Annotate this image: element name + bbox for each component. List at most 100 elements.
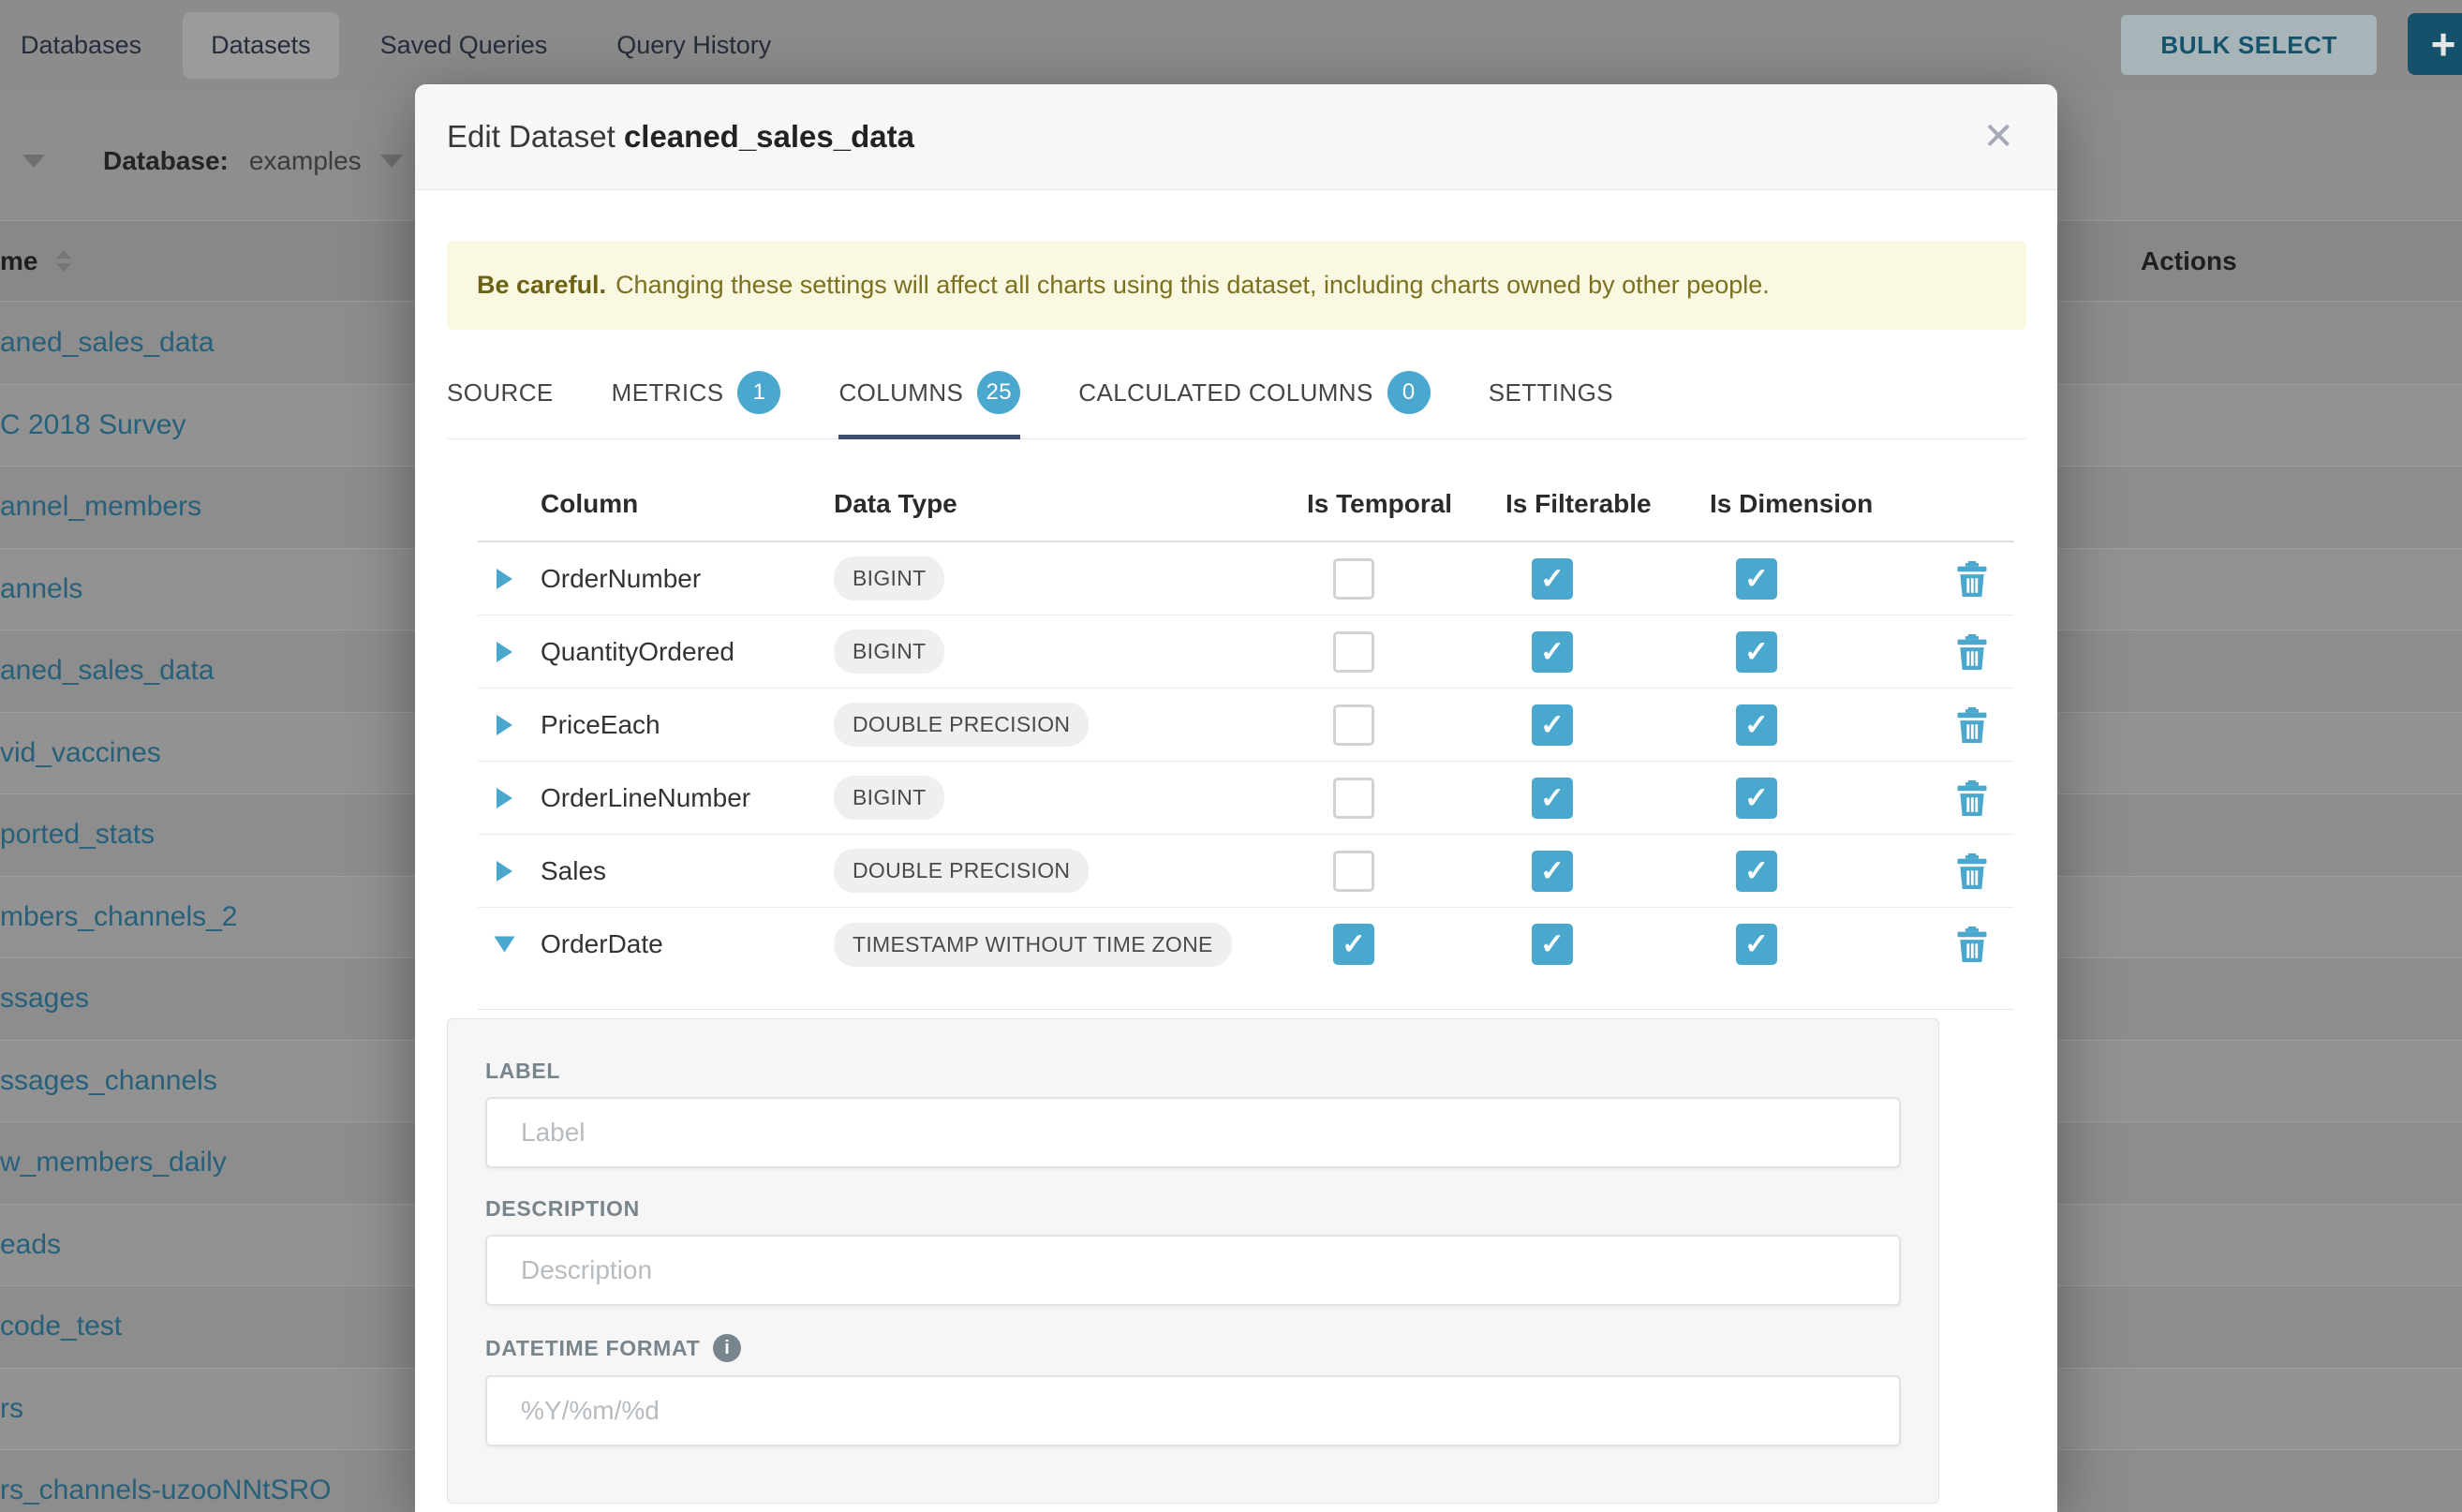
warning-text: Changing these settings will affect all … <box>616 271 1770 300</box>
trash-icon[interactable] <box>1956 707 1988 743</box>
is-temporal-checkbox[interactable] <box>1333 631 1374 673</box>
trash-icon[interactable] <box>1956 926 1988 962</box>
is-filterable-checkbox[interactable] <box>1532 924 1573 965</box>
dataset-link[interactable]: rs <box>0 1393 23 1425</box>
datetime-format-field: DATETIME FORMAT i <box>485 1334 1901 1446</box>
modal-tabs: SOURCE METRICS 1 COLUMNS 25 CALCULATED C… <box>447 352 2026 439</box>
close-icon[interactable]: ✕ <box>1982 118 2014 156</box>
tab-metrics[interactable]: METRICS 1 <box>612 352 781 438</box>
is-temporal-checkbox[interactable] <box>1333 704 1374 746</box>
is-dimension-checkbox[interactable] <box>1736 558 1777 600</box>
expand-caret-icon[interactable] <box>497 569 512 589</box>
actions-column-header: Actions <box>2141 246 2237 276</box>
dataset-link[interactable]: ssages <box>0 983 89 1015</box>
expand-caret-icon[interactable] <box>497 642 512 662</box>
table-row: QuantityOrdered BIGINT <box>478 615 2014 689</box>
column-name: QuantityOrdered <box>541 637 834 667</box>
header-is-filterable: Is Filterable <box>1505 489 1710 519</box>
description-input[interactable] <box>485 1235 1901 1306</box>
modal-body: Be careful. Changing these settings will… <box>415 241 2057 1504</box>
description-field-label: DESCRIPTION <box>485 1196 1901 1222</box>
dataset-link[interactable]: eads <box>0 1229 61 1261</box>
dataset-link[interactable]: ported_stats <box>0 819 155 851</box>
count-badge: 0 <box>1387 371 1431 414</box>
is-dimension-checkbox[interactable] <box>1736 704 1777 746</box>
table-row: OrderDate TIMESTAMP WITHOUT TIME ZONE <box>478 908 2014 981</box>
is-filterable-checkbox[interactable] <box>1532 778 1573 819</box>
tab-settings[interactable]: SETTINGS <box>1489 352 1613 438</box>
is-temporal-checkbox[interactable] <box>1333 924 1374 965</box>
column-name: PriceEach <box>541 710 834 740</box>
modal-dataset-name: cleaned_sales_data <box>624 119 914 154</box>
label-input[interactable] <box>485 1097 1901 1168</box>
trash-icon[interactable] <box>1956 780 1988 816</box>
nav-item-saved-queries[interactable]: Saved Queries <box>352 12 576 79</box>
expand-caret-icon[interactable] <box>497 788 512 808</box>
is-dimension-checkbox[interactable] <box>1736 851 1777 892</box>
name-column-header[interactable]: me <box>0 246 37 276</box>
table-row: PriceEach DOUBLE PRECISION <box>478 689 2014 762</box>
header-column: Column <box>541 489 834 519</box>
dataset-link[interactable]: C 2018 Survey <box>0 409 185 441</box>
dataset-link[interactable]: code_test <box>0 1311 122 1342</box>
table-row: OrderNumber BIGINT <box>478 542 2014 615</box>
dataset-link[interactable]: mbers_channels_2 <box>0 901 238 933</box>
nav-item-query-history[interactable]: Query History <box>588 12 799 79</box>
data-type-pill: BIGINT <box>834 630 944 674</box>
dataset-link[interactable]: vid_vaccines <box>0 737 161 769</box>
is-filterable-checkbox[interactable] <box>1532 851 1573 892</box>
tab-calculated-columns[interactable]: CALCULATED COLUMNS 0 <box>1078 352 1430 438</box>
dataset-link[interactable]: rs_channels-uzooNNtSRO <box>0 1475 331 1506</box>
trash-icon[interactable] <box>1956 853 1988 889</box>
tab-columns[interactable]: COLUMNS 25 <box>838 352 1020 438</box>
field-label-text: DATETIME FORMAT <box>485 1336 700 1361</box>
is-temporal-checkbox[interactable] <box>1333 778 1374 819</box>
nav-item-datasets[interactable]: Datasets <box>183 12 339 79</box>
column-editor-panel: LABEL DESCRIPTION DATETIME FORMAT i <box>447 1018 1939 1504</box>
expand-caret-icon[interactable] <box>495 937 515 953</box>
table-row: OrderLineNumber BIGINT <box>478 762 2014 835</box>
add-dataset-button[interactable]: + <box>2408 13 2462 75</box>
data-type-pill: DOUBLE PRECISION <box>834 703 1089 747</box>
tab-label: SETTINGS <box>1489 378 1613 408</box>
is-dimension-checkbox[interactable] <box>1736 778 1777 819</box>
label-field: LABEL <box>485 1059 1901 1168</box>
column-name: OrderNumber <box>541 564 834 594</box>
chevron-down-icon <box>380 155 403 168</box>
data-type-pill: BIGINT <box>834 776 944 820</box>
trash-icon[interactable] <box>1956 561 1988 597</box>
dataset-link[interactable]: aned_sales_data <box>0 327 215 359</box>
column-name: OrderLineNumber <box>541 783 834 813</box>
is-temporal-checkbox[interactable] <box>1333 558 1374 600</box>
info-icon[interactable]: i <box>713 1334 741 1362</box>
is-filterable-checkbox[interactable] <box>1532 631 1573 673</box>
database-filter[interactable]: Database: examples <box>0 141 403 182</box>
count-badge: 25 <box>977 371 1020 414</box>
header-data-type: Data Type <box>834 489 1307 519</box>
bulk-select-button[interactable]: BULK SELECT <box>2121 15 2377 75</box>
expand-caret-icon[interactable] <box>497 715 512 735</box>
dataset-link[interactable]: w_members_daily <box>0 1147 227 1178</box>
is-dimension-checkbox[interactable] <box>1736 631 1777 673</box>
tab-source[interactable]: SOURCE <box>447 352 554 438</box>
count-badge: 1 <box>737 371 780 414</box>
datetime-format-input[interactable] <box>485 1375 1901 1446</box>
trash-icon[interactable] <box>1956 634 1988 670</box>
database-filter-value[interactable]: examples <box>249 146 362 176</box>
is-filterable-checkbox[interactable] <box>1532 704 1573 746</box>
dataset-link[interactable]: aned_sales_data <box>0 655 215 687</box>
dataset-link[interactable]: annel_members <box>0 491 201 523</box>
datetime-format-field-label: DATETIME FORMAT i <box>485 1334 1901 1362</box>
data-type-pill: BIGINT <box>834 556 944 600</box>
dataset-link[interactable]: ssages_channels <box>0 1065 217 1097</box>
sort-icon[interactable] <box>56 250 71 272</box>
is-filterable-checkbox[interactable] <box>1532 558 1573 600</box>
dataset-link[interactable]: annels <box>0 573 82 605</box>
nav-item-databases[interactable]: Databases <box>21 12 170 79</box>
database-filter-label: Database: <box>103 146 229 176</box>
is-temporal-checkbox[interactable] <box>1333 851 1374 892</box>
is-dimension-checkbox[interactable] <box>1736 924 1777 965</box>
table-row: Sales DOUBLE PRECISION <box>478 835 2014 908</box>
expand-caret-icon[interactable] <box>497 861 512 882</box>
header-is-dimension: Is Dimension <box>1710 489 1914 519</box>
